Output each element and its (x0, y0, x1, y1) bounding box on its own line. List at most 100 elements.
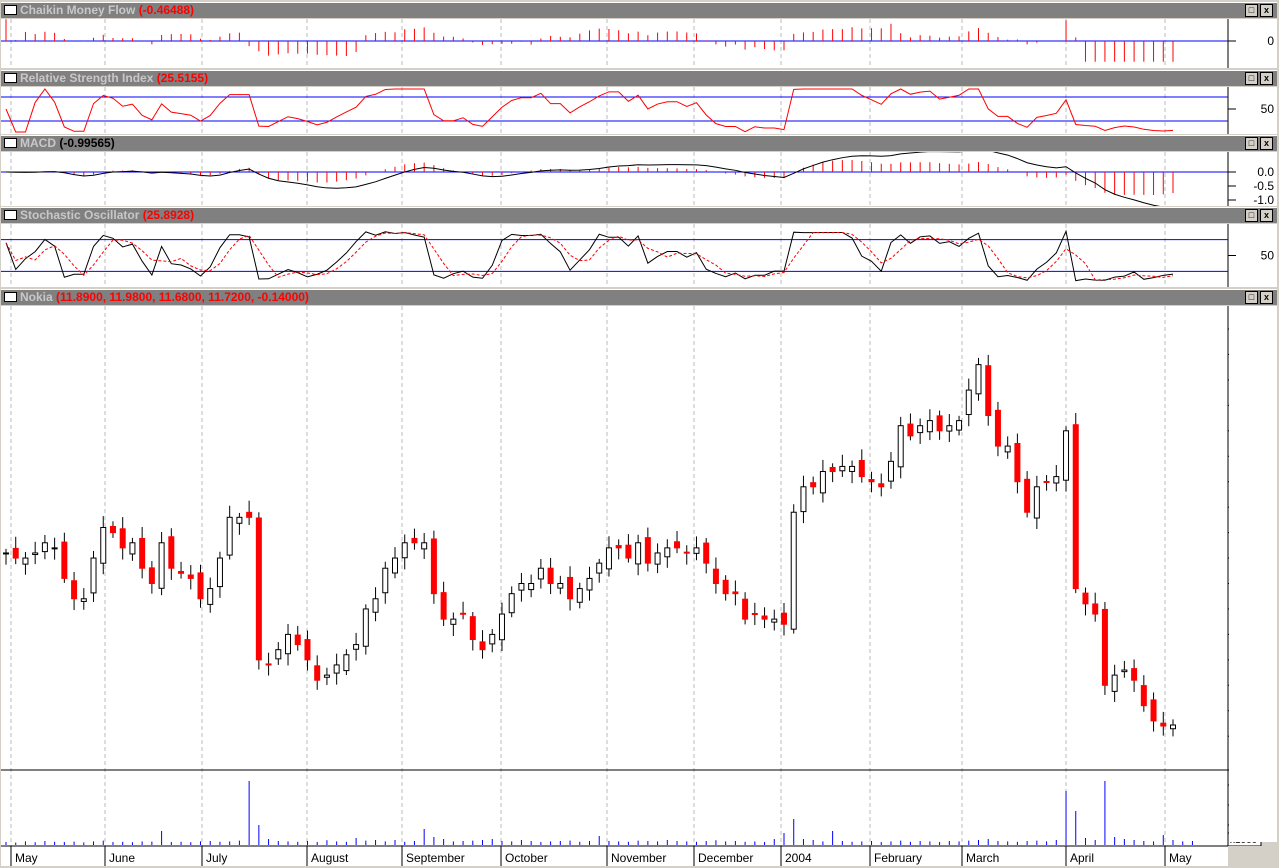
candle-body (625, 544, 632, 559)
candle-body (255, 517, 262, 661)
axis-label: 0 (1267, 34, 1274, 48)
macd-panel: 0.0 -0.5 -1.0 (1, 152, 1277, 206)
price-axis (1229, 306, 1277, 842)
candle-body (946, 425, 953, 432)
restore-button[interactable]: □ (1245, 209, 1258, 222)
candle-body (353, 644, 360, 650)
month-label: December (698, 851, 753, 865)
restore-button[interactable]: □ (1245, 291, 1258, 304)
panel-icon (4, 210, 17, 220)
rsi-line (5, 88, 1174, 133)
panel-title: Nokia (20, 290, 53, 304)
panel-title: MACD (20, 136, 56, 150)
stoch-panel: 50 (1, 224, 1277, 287)
candle-body (460, 612, 467, 615)
candle-body (479, 641, 486, 651)
candle-body (1140, 685, 1147, 707)
candle-body (430, 538, 437, 595)
candle-body (401, 542, 408, 559)
candle-body (761, 615, 768, 620)
restore-button[interactable]: □ (1245, 137, 1258, 150)
candle-body (878, 483, 885, 488)
cmf-header[interactable]: Chaikin Money Flow (-0.46488) □ x (1, 2, 1277, 18)
candle-body (1150, 699, 1157, 722)
candle-body (216, 557, 223, 588)
month-label: 2004 (785, 851, 812, 865)
candle-body (323, 674, 330, 678)
month-label: August (311, 851, 349, 865)
candle-body (3, 552, 9, 555)
candle-body (1170, 724, 1176, 730)
candle-body (168, 536, 175, 569)
candle-body (1111, 674, 1118, 692)
candle-body (742, 598, 749, 620)
restore-button[interactable]: □ (1245, 72, 1258, 85)
close-button[interactable]: x (1260, 137, 1273, 150)
candle-body (1082, 592, 1089, 605)
candle-body (528, 583, 535, 591)
candle-body (547, 567, 554, 584)
restore-button[interactable]: □ (1245, 4, 1258, 17)
panel-icon (4, 5, 17, 15)
month-label: March (966, 851, 999, 865)
candle-body (109, 525, 116, 534)
candle-body (605, 547, 612, 570)
candle-body (294, 634, 301, 646)
close-button[interactable]: x (1260, 4, 1273, 17)
candle-body (100, 527, 107, 564)
candle-body (537, 567, 544, 580)
macd-header[interactable]: MACD (-0.99565) □ x (1, 135, 1277, 151)
price-panel: 19.519.018.518.017.517.016.516.015.515.0… (1, 306, 1277, 868)
month-label: May (1169, 851, 1192, 865)
candle-body (236, 516, 243, 524)
candle-body (246, 511, 253, 518)
candle-body (1121, 669, 1128, 673)
close-button[interactable]: x (1260, 72, 1273, 85)
candle-body (1092, 603, 1099, 615)
candle-body (372, 598, 379, 613)
candle-body (32, 552, 39, 556)
panel-title: Stochastic Oscillator (20, 208, 140, 222)
macd-line (5, 152, 1161, 206)
candle-body (868, 479, 875, 483)
candle-body (839, 465, 846, 472)
candle-body (508, 593, 515, 614)
candle-body (207, 588, 214, 605)
close-button[interactable]: x (1260, 291, 1273, 304)
price-header[interactable]: Nokia (11.8900, 11.9800, 11.6800, 11.720… (1, 289, 1277, 305)
axis-label: 0.0 (1257, 165, 1274, 179)
stoch-k-line (5, 229, 1174, 282)
candle-body (343, 654, 350, 672)
candle-body (178, 570, 185, 574)
candle-body (917, 425, 924, 434)
candle-body (703, 542, 710, 564)
candle-body (956, 420, 963, 431)
candle-body (722, 579, 729, 595)
candle-body (382, 567, 389, 594)
candle-body (1131, 668, 1138, 681)
candle-body (712, 568, 719, 584)
candle-body (469, 616, 476, 640)
candle-body (304, 639, 311, 661)
candle-body (635, 542, 642, 565)
axis-label: 50 (1261, 249, 1275, 263)
candle-body (576, 588, 583, 603)
candle-body (90, 557, 97, 594)
candle-body (226, 516, 233, 556)
candle-body (450, 618, 457, 625)
candle-body (61, 541, 68, 579)
month-label: June (109, 851, 135, 865)
candle-body (644, 537, 651, 564)
candle-body (615, 545, 622, 549)
stoch-header[interactable]: Stochastic Oscillator (25.8928) □ x (1, 207, 1277, 223)
candle-body (1004, 445, 1011, 453)
close-button[interactable]: x (1260, 209, 1273, 222)
candle-body (771, 618, 778, 623)
candle-body (265, 663, 272, 666)
candle-body (275, 649, 282, 660)
candle-body (683, 551, 690, 554)
candle-body (1160, 722, 1167, 727)
candle-body (829, 466, 836, 473)
rsi-header[interactable]: Relative Strength Index (25.5155) □ x (1, 70, 1277, 86)
candle-body (596, 562, 603, 574)
